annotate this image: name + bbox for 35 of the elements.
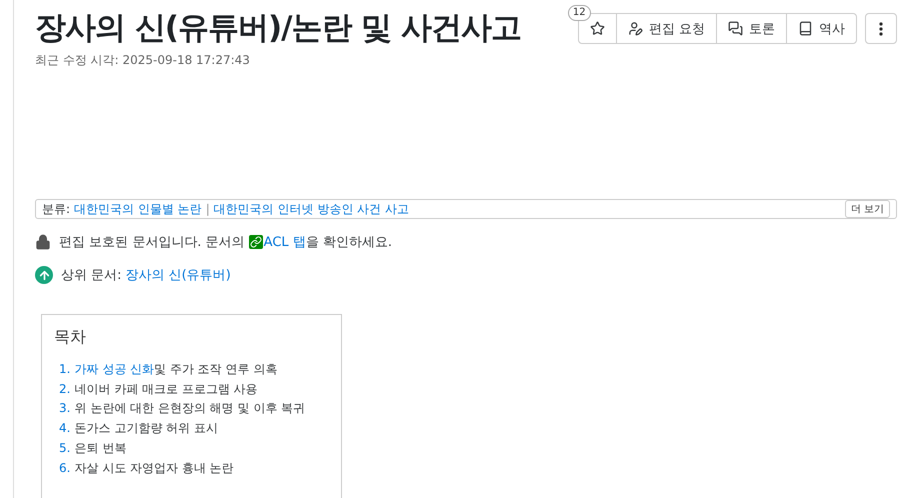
link-icon [248, 235, 263, 250]
toc-number[interactable]: 5. [59, 438, 70, 459]
lock-icon [35, 234, 51, 250]
page-title: 장사의 신(유튜버)/논란 및 사건사고 [35, 9, 522, 48]
toc-number[interactable]: 3. [59, 399, 70, 420]
star-icon [590, 21, 605, 36]
toc-text: 및 주가 조작 연루 의혹 [154, 361, 278, 378]
parent-link[interactable]: 장사의 신(유튜버) [126, 266, 231, 284]
user-pen-icon [628, 21, 643, 36]
toc-text: 위 논란에 대한 은현장의 해명 및 이후 복귀 [74, 400, 306, 418]
toc-number[interactable]: 2. [59, 380, 70, 400]
book-icon [798, 21, 813, 36]
toc-link[interactable]: 가짜 성공 신화 [74, 360, 154, 380]
toc-title: 목차 [54, 327, 87, 348]
more-icon [879, 22, 883, 36]
chat-bubbles-icon [728, 21, 743, 36]
history-button[interactable]: 역사 [786, 14, 856, 43]
toc-number[interactable]: 6. [59, 458, 70, 478]
toc-number[interactable]: 1. [59, 360, 70, 380]
protection-notice: 편집 보호된 문서입니다. 문서의 ACL 탭을 확인하세요. [59, 234, 392, 251]
modified-time: 최근 수정 시각: 2025-09-18 17:27:43 [35, 52, 251, 69]
toc-number[interactable]: 4. [59, 419, 70, 439]
toc-text: 돈가스 고기함량 허위 표시 [74, 420, 218, 438]
more-categories-button[interactable]: 더 보기 [844, 200, 890, 218]
more-button[interactable] [865, 13, 897, 44]
toc-text: 자살 시도 자영업자 흉내 논란 [74, 460, 234, 477]
toc-text: 은퇴 번복 [74, 440, 126, 457]
parent-label: 상위 문서: [61, 267, 122, 284]
toc-text: 네이버 카페 매크로 프로그램 사용 [74, 380, 258, 398]
category-link[interactable]: 대한민국의 인물별 논란 [74, 200, 202, 218]
star-count: 12 [568, 5, 591, 21]
acl-link[interactable]: ACL 탭 [248, 235, 306, 250]
category-link[interactable]: 대한민국의 인터넷 방송인 사건 사고 [214, 200, 409, 218]
separator: | [206, 202, 210, 216]
category-label: 분류: [42, 200, 70, 218]
